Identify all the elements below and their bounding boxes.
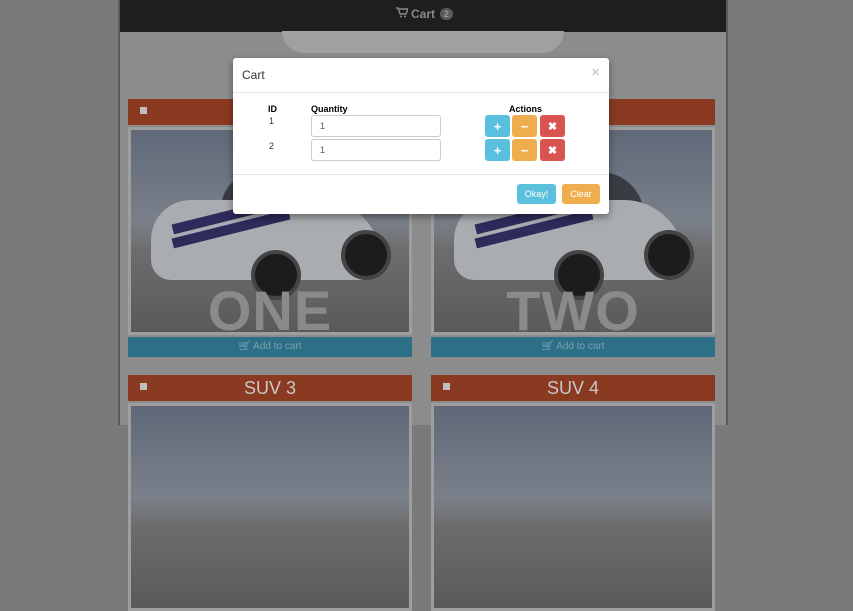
modal-header: Cart × xyxy=(233,58,609,93)
add-to-cart-button[interactable]: 🛒 Add to cart xyxy=(128,337,412,357)
product-image xyxy=(431,403,715,611)
add-to-cart-button[interactable]: 🛒 Add to cart xyxy=(431,337,715,357)
card-header: SUV 3 xyxy=(128,375,412,401)
remove-item-button[interactable]: ✖ xyxy=(540,139,565,161)
shopping-cart-icon: 🛒 xyxy=(541,341,554,352)
car-wheel xyxy=(644,230,694,280)
increase-quantity-button[interactable]: + xyxy=(485,139,510,161)
add-to-cart-label: Add to cart xyxy=(253,341,302,352)
nav-cart-label: Cart xyxy=(411,7,436,21)
shopping-cart-icon: 🛒 xyxy=(238,341,251,352)
row-id: 1 xyxy=(269,116,275,126)
card-title: SUV 4 xyxy=(546,378,600,398)
modal-title: Cart xyxy=(242,68,265,82)
card-title: SUV 3 xyxy=(243,378,297,398)
decrease-quantity-button[interactable]: − xyxy=(512,115,537,137)
row-id: 2 xyxy=(269,141,275,151)
nav-cart-link[interactable]: Cart 2 xyxy=(396,7,454,21)
decrease-quantity-button[interactable]: − xyxy=(512,139,537,161)
remove-item-button[interactable]: ✖ xyxy=(540,115,565,137)
close-icon[interactable]: × xyxy=(591,64,600,81)
clear-cart-button[interactable]: Clear xyxy=(562,184,600,204)
cart-modal: Cart × ID Quantity Actions 1 + − ✖ 2 + −… xyxy=(233,58,609,214)
car-wheel xyxy=(341,230,391,280)
plus-icon: + xyxy=(493,118,502,134)
okay-button[interactable]: Okay! xyxy=(517,184,556,204)
image-caption: ONE xyxy=(207,279,333,335)
column-header-quantity: Quantity xyxy=(311,104,348,114)
cart-count-badge: 2 xyxy=(440,8,454,20)
remove-icon: ✖ xyxy=(547,144,558,157)
quantity-input[interactable] xyxy=(311,115,441,137)
plus-icon: + xyxy=(493,142,502,158)
navbar: Cart 2 xyxy=(120,0,726,32)
minus-icon: − xyxy=(520,142,529,158)
product-card-3: SUV 3 xyxy=(128,375,412,611)
image-caption: TWO xyxy=(506,279,640,335)
quantity-input[interactable] xyxy=(311,139,441,161)
increase-quantity-button[interactable]: + xyxy=(485,115,510,137)
nav-tab-shape xyxy=(282,31,564,53)
card-header: SUV 4 xyxy=(431,375,715,401)
remove-icon: ✖ xyxy=(547,120,558,133)
column-header-actions: Actions xyxy=(509,104,543,114)
product-card-4: SUV 4 xyxy=(431,375,715,611)
square-icon xyxy=(140,107,147,114)
minus-icon: − xyxy=(520,118,529,134)
column-header-id: ID xyxy=(268,104,277,114)
shopping-cart-icon xyxy=(396,7,410,21)
add-to-cart-label: Add to cart xyxy=(556,341,605,352)
product-image xyxy=(128,403,412,611)
